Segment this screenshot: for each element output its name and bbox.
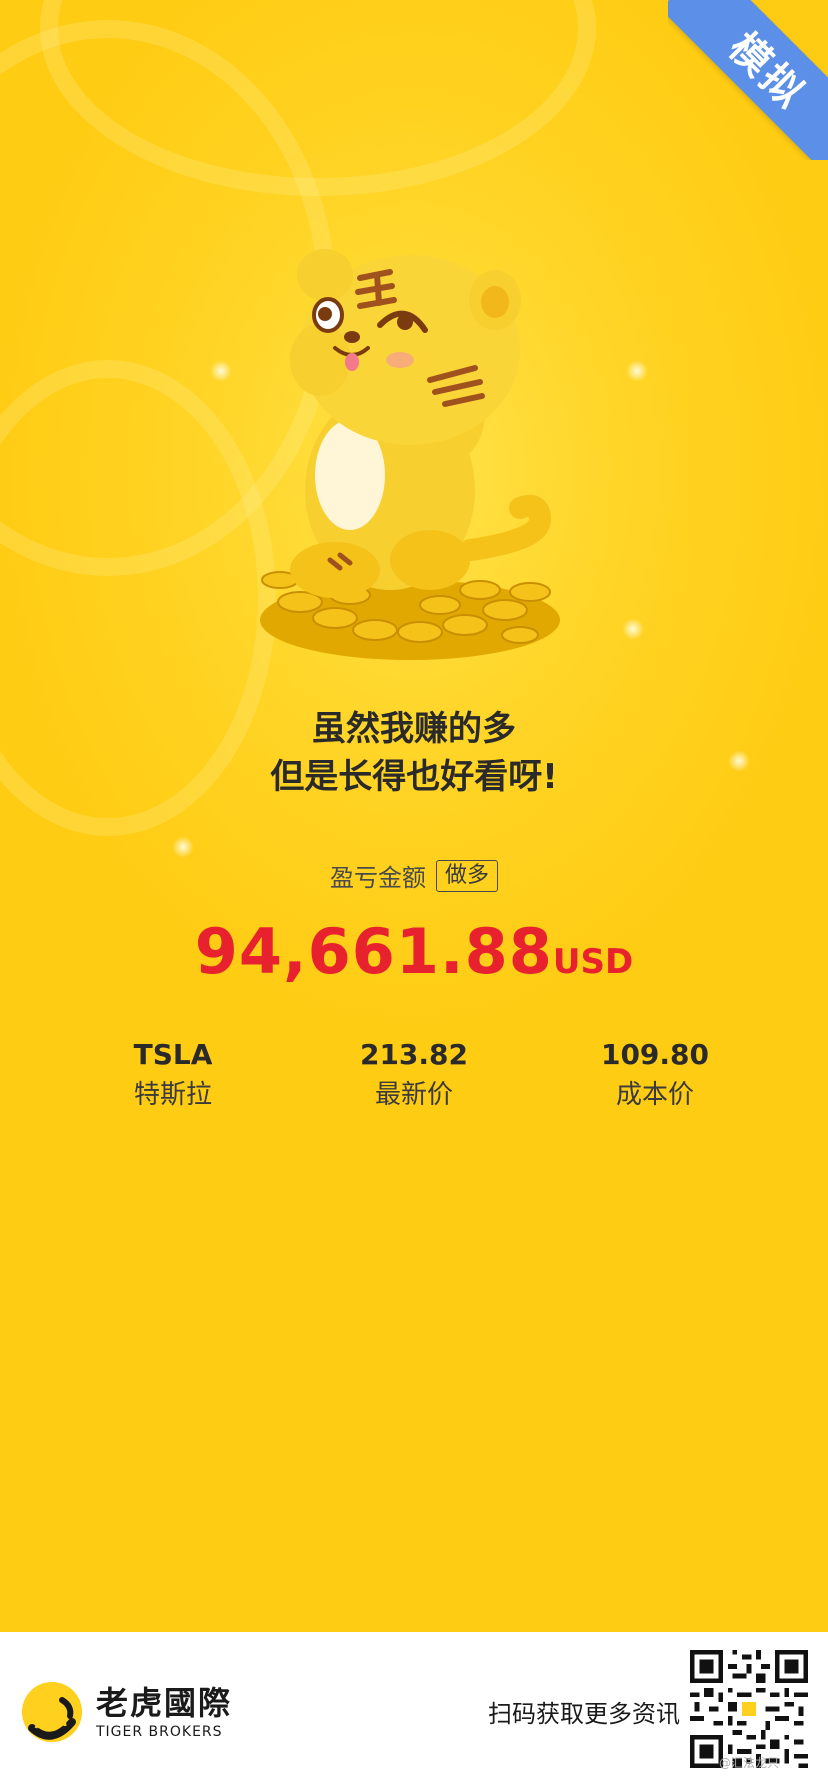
stat-label: 成本价 (615, 1080, 694, 1110)
position-direction-tag: 做多 (435, 859, 498, 892)
stat-value: TSLA (133, 1038, 213, 1071)
tiger-mascot-icon (260, 249, 560, 660)
stat-value: 109.80 (600, 1038, 710, 1071)
pnl-label: 盈亏金额 (329, 864, 426, 892)
headline: 虽然我赚的多 但是长得也好看呀! (0, 705, 828, 801)
stat-value: 213.82 (359, 1038, 469, 1071)
sparkle-decoration (622, 618, 644, 640)
position-stats: TSLA 特斯拉 213.82 最新价 109.80 成本价 (0, 1035, 828, 1125)
simulation-badge: 模拟 (668, 0, 828, 160)
headline-line-1: 虽然我赚的多 (312, 709, 516, 749)
pnl-amount-row: 94,661.88USD (0, 915, 828, 988)
headline-line-2: 但是长得也好看呀! (270, 757, 558, 797)
share-poster: 模拟 虽然我赚的多 但是长得也好看呀! 盈亏金额 做多 94,661.88USD… (0, 0, 828, 1632)
stat-cost-price: 109.80 成本价 (535, 1035, 775, 1115)
footer: 老虎國際 TIGER BROKERS 扫码获取更多资讯 @汇法龙只 (0, 1632, 828, 1792)
brand-name-cn: 老虎國際 (96, 1684, 233, 1722)
watermark-text: @汇法龙只 (718, 1756, 779, 1770)
tiger-logo-icon (22, 1682, 82, 1742)
brand-name-en: TIGER BROKERS (96, 1724, 223, 1740)
qr-code[interactable] (690, 1650, 808, 1768)
scan-prompt: 扫码获取更多资讯 (488, 1700, 680, 1728)
stat-last-price: 213.82 最新价 (294, 1035, 534, 1115)
pnl-label-row: 盈亏金额 做多 (0, 858, 828, 893)
stat-symbol: TSLA 特斯拉 (53, 1035, 293, 1115)
stat-label: 特斯拉 (133, 1080, 212, 1110)
sparkle-decoration (626, 360, 648, 382)
sparkle-decoration (210, 360, 232, 382)
simulation-badge-label: 模拟 (719, 24, 815, 120)
sparkle-decoration (172, 836, 194, 858)
pnl-amount: 94,661.88 (194, 915, 553, 988)
stat-label: 最新价 (374, 1080, 453, 1110)
pnl-currency: USD (552, 942, 634, 982)
